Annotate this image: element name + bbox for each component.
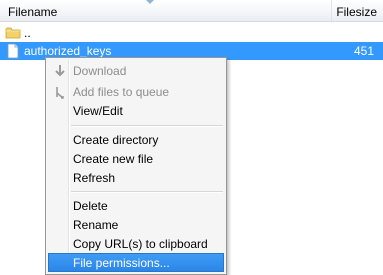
menu-item-view-edit[interactable]: View/Edit (48, 101, 224, 120)
queue-arrow-icon (52, 84, 68, 100)
menu-item-label: Add files to queue (73, 85, 170, 99)
folder-icon (5, 25, 21, 41)
menu-item-label: Copy URL(s) to clipboard (73, 237, 208, 251)
list-item-parent-directory[interactable]: .. (0, 24, 383, 42)
menu-item-rename[interactable]: Rename (48, 215, 224, 234)
menu-item-create-directory[interactable]: Create directory (48, 130, 224, 149)
file-size: 451 (353, 44, 374, 58)
menu-item-add-to-queue[interactable]: Add files to queue (48, 82, 224, 101)
file-list-header: Filename Filesize (0, 0, 383, 22)
menu-item-label: View/Edit (73, 104, 123, 118)
sort-ascending-icon (146, 0, 154, 4)
menu-item-label: Create directory (73, 133, 159, 147)
column-header-filename[interactable]: Filename (0, 0, 332, 21)
menu-item-label: Refresh (73, 171, 116, 185)
context-menu: Download Add files to queue View/Edit Cr… (45, 57, 227, 275)
menu-item-copy-url[interactable]: Copy URL(s) to clipboard (48, 234, 224, 253)
menu-separator (71, 191, 223, 193)
file-icon (5, 43, 21, 59)
menu-item-file-permissions[interactable]: File permissions... (48, 253, 224, 272)
menu-item-label: Rename (73, 218, 119, 232)
download-arrow-icon (52, 63, 68, 79)
filesize-header-label: Filesize (336, 5, 377, 19)
menu-item-create-file[interactable]: Create new file (48, 149, 224, 168)
menu-item-download[interactable]: Download (48, 61, 224, 80)
file-name: authorized_keys (24, 44, 112, 58)
menu-item-label: Delete (73, 199, 108, 213)
filename-header-label: Filename (8, 5, 58, 19)
menu-item-label: Download (73, 64, 127, 78)
menu-separator (71, 125, 223, 127)
file-name: .. (24, 26, 31, 40)
menu-item-label: Create new file (73, 152, 154, 166)
menu-item-delete[interactable]: Delete (48, 196, 224, 215)
column-header-filesize[interactable]: Filesize (332, 0, 383, 21)
menu-item-label: File permissions... (73, 256, 170, 270)
menu-item-refresh[interactable]: Refresh (48, 168, 224, 187)
